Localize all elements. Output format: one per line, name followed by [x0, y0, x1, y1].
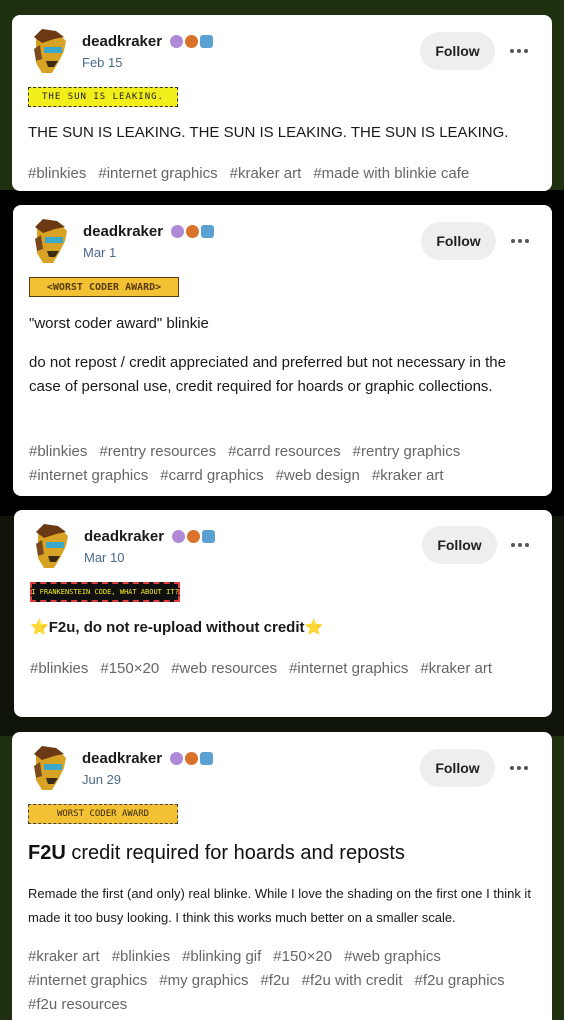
tag-list: #blinkies #rentry resources #carrd resou… — [29, 440, 537, 488]
badge-group — [171, 225, 214, 238]
follow-button[interactable]: Follow — [421, 222, 496, 260]
badge-group — [170, 752, 213, 765]
dashboard: { "posts": [ { "username": "deadkraker",… — [0, 0, 564, 1020]
post-body: do not repost / credit appreciated and p… — [29, 354, 506, 395]
star-icon: ⭐ — [304, 619, 324, 636]
tag-link[interactable]: #made with blinkie cafe — [313, 162, 469, 186]
tag-link[interactable]: #f2u with credit — [302, 969, 403, 993]
star-icon: ⭐ — [30, 619, 49, 636]
badge-group — [170, 35, 213, 48]
post-card[interactable]: deadkraker Feb 15 Follow THE SUN IS LEAK… — [12, 15, 552, 191]
post-card[interactable]: deadkraker Mar 10 Follow I FRANKENSTEIN … — [14, 510, 552, 717]
avatar-icon — [34, 746, 66, 790]
blue-badge-icon — [202, 530, 215, 543]
post-body: Remade the first (and only) real blinke.… — [28, 886, 531, 925]
avatar[interactable] — [28, 746, 72, 792]
tag-link[interactable]: #blinkies — [29, 440, 87, 464]
tag-link[interactable]: #blinking gif — [182, 945, 261, 969]
tag-link[interactable]: #kraker art — [230, 162, 302, 186]
avatar-icon — [36, 524, 68, 568]
tag-link[interactable]: #internet graphics — [98, 162, 217, 186]
username[interactable]: deadkraker — [82, 33, 162, 50]
tag-link[interactable]: #blinkies — [112, 945, 170, 969]
post-body: ⭐F2u, do not re-upload without credit⭐ — [30, 616, 536, 640]
username[interactable]: deadkraker — [83, 223, 163, 240]
tag-link[interactable]: #blinkies — [28, 162, 86, 186]
tag-link[interactable]: #150×20 — [273, 945, 332, 969]
post-body-text: F2u, do not re-upload without credit — [48, 619, 305, 636]
blinkie-image: I FRANKENSTEIN CODE, WHAT ABOUT IT? — [30, 582, 180, 602]
more-options-icon[interactable] — [507, 39, 531, 63]
tag-link[interactable]: #internet graphics — [29, 464, 148, 488]
avatar[interactable] — [30, 524, 74, 570]
blinkie-text: THE SUN IS LEAKING. — [42, 92, 164, 102]
tag-link[interactable]: #internet graphics — [289, 657, 408, 681]
tag-link[interactable]: #web design — [276, 464, 360, 488]
tag-link[interactable]: #web graphics — [344, 945, 441, 969]
blue-badge-icon — [200, 35, 213, 48]
orange-badge-icon — [185, 752, 198, 765]
tag-link[interactable]: #f2u resources — [28, 993, 127, 1017]
tag-link[interactable]: #kraker art — [28, 945, 100, 969]
orange-badge-icon — [185, 35, 198, 48]
tag-link[interactable]: #rentry graphics — [353, 440, 461, 464]
blue-badge-icon — [200, 752, 213, 765]
avatar[interactable] — [29, 219, 73, 265]
follow-button[interactable]: Follow — [420, 32, 495, 70]
tag-link[interactable]: #carrd graphics — [160, 464, 263, 488]
avatar-icon — [34, 29, 66, 73]
purple-badge-icon — [170, 752, 183, 765]
post-heading-bold: F2U — [28, 842, 66, 864]
tag-link[interactable]: #carrd resources — [228, 440, 341, 464]
badge-group — [172, 530, 215, 543]
more-options-icon[interactable] — [508, 533, 532, 557]
post-heading-rest: credit required for hoards and reposts — [65, 842, 405, 864]
post-heading: F2U credit required for hoards and repos… — [28, 840, 405, 866]
blinkie-text: <WORST CODER AWARD> — [46, 281, 162, 293]
tag-link[interactable]: #my graphics — [159, 969, 248, 993]
post-body: "worst coder award" blinkie — [29, 315, 209, 332]
blue-badge-icon — [201, 225, 214, 238]
post-card[interactable]: deadkraker Jun 29 Follow WORST CODER AWA… — [12, 732, 552, 1020]
post-date[interactable]: Mar 10 — [84, 550, 124, 565]
tag-link[interactable]: #kraker art — [372, 464, 444, 488]
tag-link[interactable]: #internet graphics — [28, 969, 147, 993]
tag-link[interactable]: #rentry resources — [99, 440, 216, 464]
post-date[interactable]: Feb 15 — [82, 55, 122, 70]
blinkie-text: I FRANKENSTEIN CODE, WHAT ABOUT IT? — [31, 588, 179, 596]
tag-link[interactable]: #web resources — [171, 657, 277, 681]
tag-link[interactable]: #kraker art — [420, 657, 492, 681]
follow-button[interactable]: Follow — [422, 526, 497, 564]
tag-link[interactable]: #blinkies — [30, 657, 88, 681]
more-options-icon[interactable] — [507, 756, 531, 780]
purple-badge-icon — [171, 225, 184, 238]
avatar[interactable] — [28, 29, 72, 75]
purple-badge-icon — [170, 35, 183, 48]
blinkie-text: WORST CODER AWARD — [56, 809, 150, 819]
tag-list: #blinkies #internet graphics #kraker art… — [28, 162, 540, 186]
tag-link[interactable]: #150×20 — [100, 657, 159, 681]
tag-list: #blinkies #150×20 #web resources #intern… — [30, 657, 536, 681]
post-date[interactable]: Mar 1 — [83, 245, 116, 260]
tag-link[interactable]: #f2u graphics — [415, 969, 505, 993]
username[interactable]: deadkraker — [82, 750, 162, 767]
more-options-icon[interactable] — [508, 229, 532, 253]
purple-badge-icon — [172, 530, 185, 543]
post-card[interactable]: deadkraker Mar 1 Follow <WORST CODER AWA… — [13, 205, 552, 496]
tag-link[interactable]: #f2u — [260, 969, 289, 993]
avatar-icon — [35, 219, 67, 263]
post-date[interactable]: Jun 29 — [82, 772, 121, 787]
blinkie-image: THE SUN IS LEAKING. — [28, 87, 178, 107]
post-body: THE SUN IS LEAKING. THE SUN IS LEAKING. … — [28, 124, 509, 141]
orange-badge-icon — [187, 530, 200, 543]
blinkie-image: WORST CODER AWARD — [28, 804, 178, 824]
follow-button[interactable]: Follow — [420, 749, 495, 787]
username[interactable]: deadkraker — [84, 528, 164, 545]
blinkie-image: <WORST CODER AWARD> — [29, 277, 179, 297]
orange-badge-icon — [186, 225, 199, 238]
tag-list: #kraker art #blinkies #blinking gif #150… — [28, 945, 538, 1017]
